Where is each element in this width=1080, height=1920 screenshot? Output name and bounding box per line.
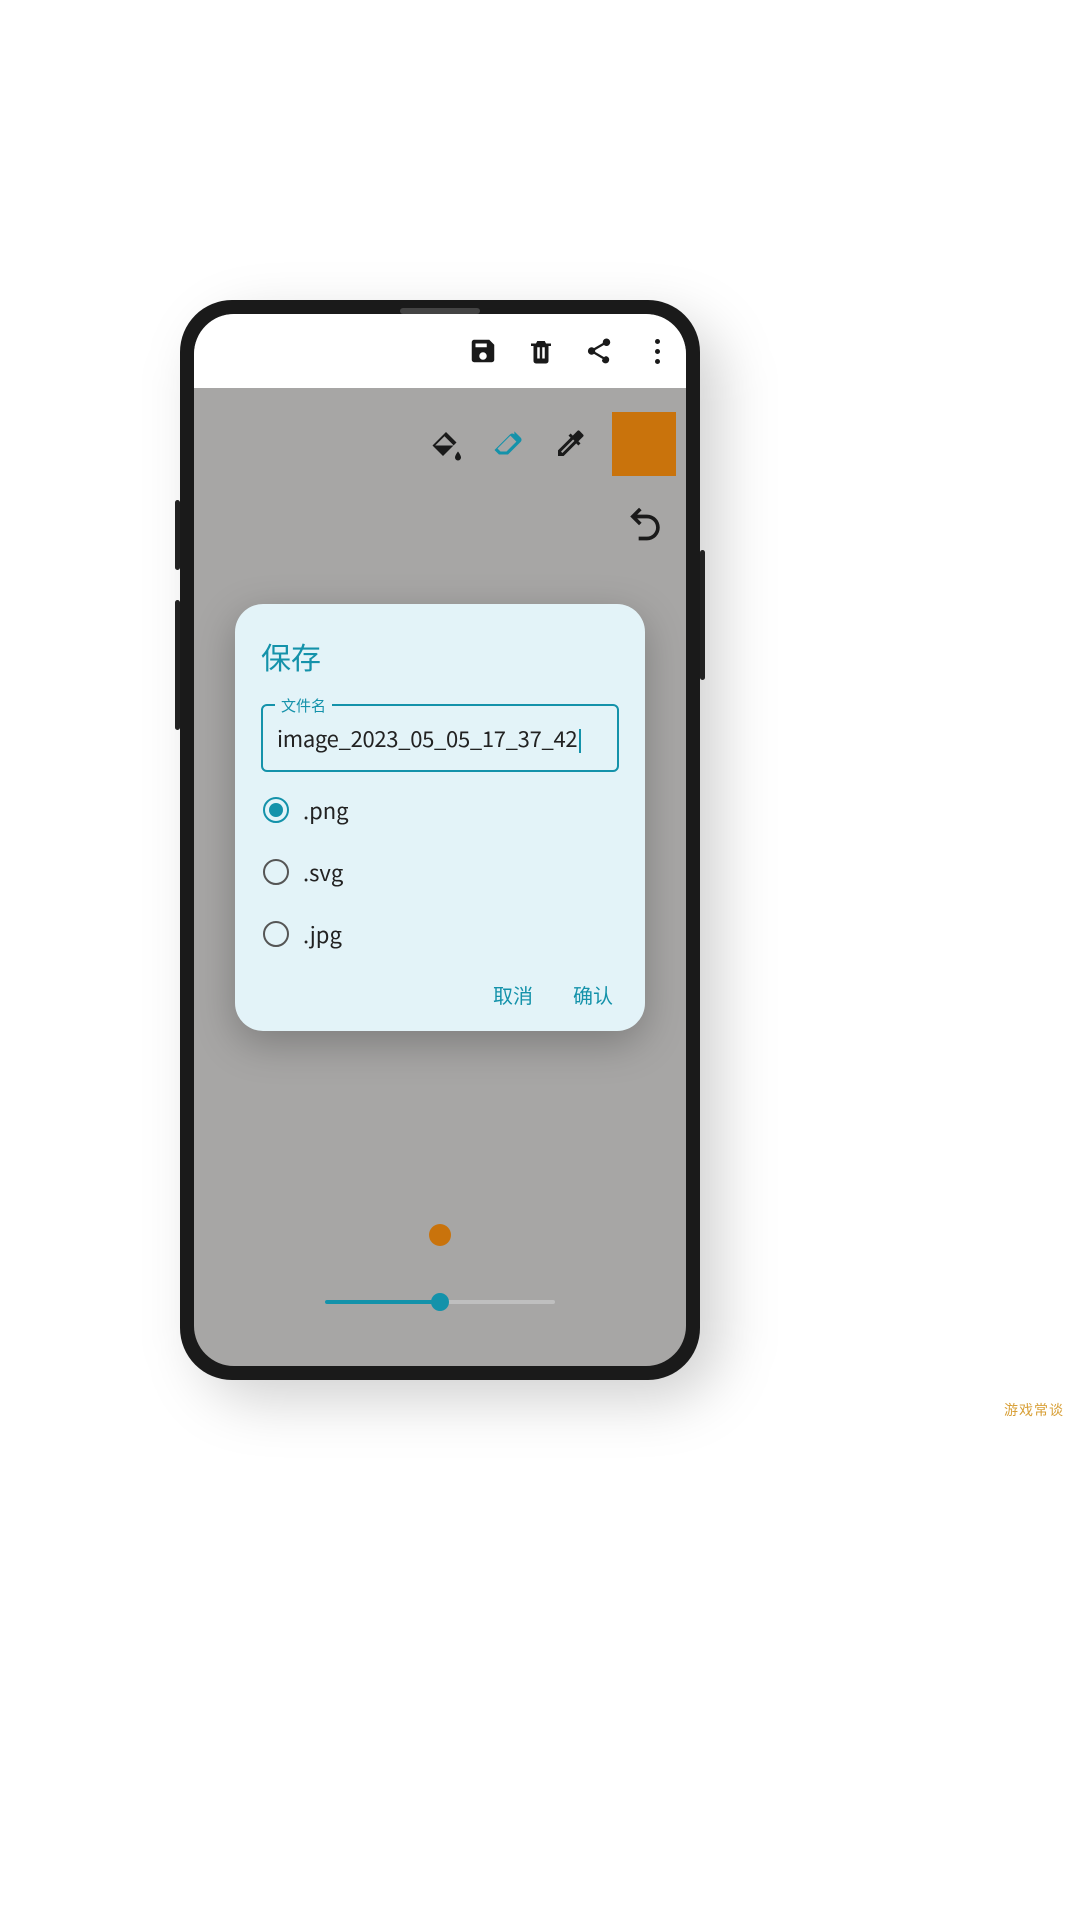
radio-label: .jpg	[303, 918, 342, 950]
phone-frame: 保存 文件名 image_2023_05_05_17_37_42 .png .s…	[180, 300, 700, 1380]
radio-icon[interactable]	[263, 921, 289, 947]
phone-side-button	[175, 500, 180, 570]
format-radio-group: .png .svg .jpg	[263, 794, 619, 950]
text-caret	[579, 729, 581, 753]
save-dialog: 保存 文件名 image_2023_05_05_17_37_42 .png .s…	[235, 604, 645, 1031]
filename-value: image_2023_05_05_17_37_42	[277, 722, 581, 754]
dialog-title: 保存	[261, 634, 619, 678]
radio-icon[interactable]	[263, 859, 289, 885]
format-option-png[interactable]: .png	[263, 794, 619, 826]
radio-label: .png	[303, 794, 349, 826]
phone-side-button	[175, 600, 180, 730]
filename-label: 文件名	[275, 695, 332, 716]
phone-side-button	[700, 550, 705, 680]
format-option-svg[interactable]: .svg	[263, 856, 619, 888]
filename-field[interactable]: 文件名 image_2023_05_05_17_37_42	[261, 704, 619, 772]
radio-icon[interactable]	[263, 797, 289, 823]
dialog-actions: 取消 确认	[261, 980, 619, 1009]
radio-label: .svg	[303, 856, 343, 888]
format-option-jpg[interactable]: .jpg	[263, 918, 619, 950]
watermark-text: 游戏常谈	[1004, 1400, 1064, 1420]
confirm-button[interactable]: 确认	[573, 980, 613, 1009]
screen: 保存 文件名 image_2023_05_05_17_37_42 .png .s…	[194, 314, 686, 1366]
cancel-button[interactable]: 取消	[493, 980, 533, 1009]
